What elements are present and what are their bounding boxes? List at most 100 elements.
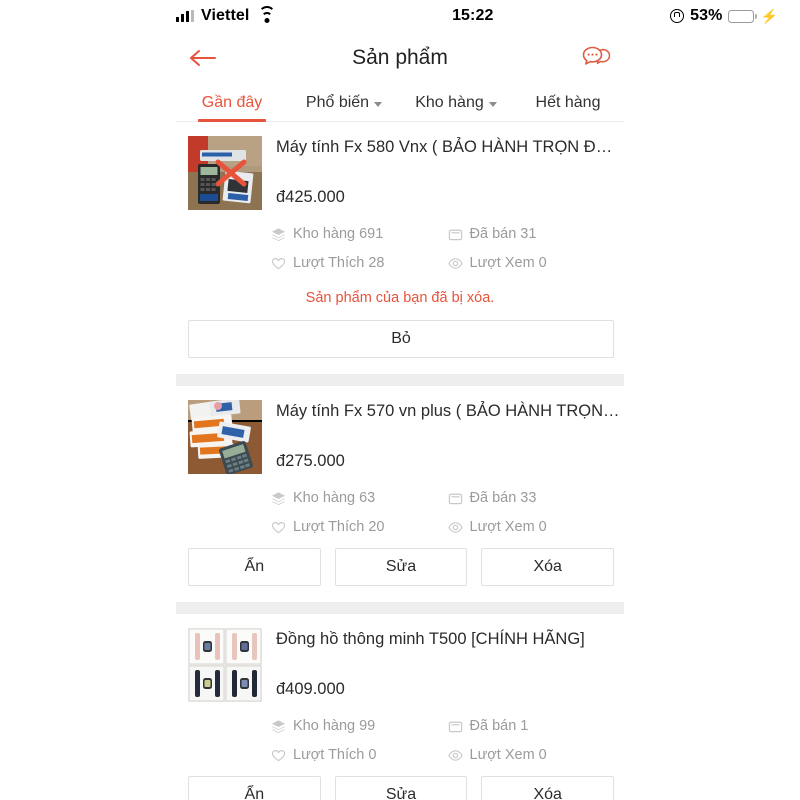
deleted-notice: Sản phẩm của bạn đã bị xóa. [305, 290, 495, 306]
heart-icon [271, 521, 286, 533]
status-bar-right: 53% ⚡ [670, 7, 778, 25]
card-separator [176, 602, 624, 614]
product-card[interactable]: Máy tính Fx 570 vn plus ( BẢO HÀNH TRỌN … [0, 386, 800, 602]
stock-layers-icon [271, 719, 286, 733]
chevron-down-icon [374, 101, 383, 107]
sold-box-icon [448, 493, 462, 504]
stat-likes: Lượt Thích 0 [271, 747, 448, 776]
chevron-down-icon [488, 101, 497, 107]
product-summary[interactable]: Đồng hồ thông minh T500 [CHÍNH HÃNG] đ40… [0, 614, 800, 702]
stat-sold: Đã bán 31 [448, 226, 625, 255]
stock-layers-icon [271, 227, 286, 241]
stat-label: Lượt Thích 0 [293, 747, 377, 763]
tab-pho-bien[interactable]: Phổ biến [288, 84, 400, 122]
product-card[interactable]: Máy tính Fx 580 Vnx ( BẢO HÀNH TRỌN ĐỜI … [0, 122, 800, 374]
edit-button[interactable]: Sửa [334, 776, 468, 800]
product-title: Đồng hồ thông minh T500 [CHÍNH HÃNG] [276, 630, 585, 648]
product-details: Máy tính Fx 580 Vnx ( BẢO HÀNH TRỌN ĐỜI … [262, 136, 624, 210]
charging-bolt-icon: ⚡ [760, 8, 778, 24]
stat-label: Kho hàng 63 [293, 490, 376, 506]
stat-label: Đã bán 1 [469, 718, 529, 734]
stat-stock: Kho hàng 691 [271, 226, 448, 255]
tab-het-hang[interactable]: Hết hàng [512, 84, 624, 122]
battery-icon [728, 9, 757, 23]
product-title: Máy tính Fx 570 vn plus ( BẢO HÀNH TRỌN … [276, 402, 624, 420]
edit-button[interactable]: Sửa [334, 548, 468, 586]
sold-box-icon [448, 229, 462, 240]
stat-stock: Kho hàng 99 [271, 718, 448, 747]
stat-sold: Đã bán 33 [448, 490, 625, 519]
product-details: Máy tính Fx 570 vn plus ( BẢO HÀNH TRỌN … [262, 400, 624, 474]
status-bar-left: Viettel [176, 5, 276, 25]
eye-icon [447, 749, 463, 761]
stat-label: Lượt Thích 28 [293, 255, 385, 271]
stat-label: Lượt Xem 0 [469, 255, 547, 271]
tab-label: Gần đây [201, 94, 263, 111]
rotation-lock-icon [670, 9, 685, 23]
product-actions[interactable]: Ẩn Sửa Xóa [0, 776, 800, 800]
hide-button[interactable]: Ẩn [188, 548, 321, 586]
tab-bar[interactable]: Gần đây Phổ biến Kho hàng Hết hàng [0, 84, 800, 122]
calculator-boxes-photo-deleted [188, 136, 262, 210]
chat-button[interactable] [578, 39, 616, 77]
product-price: đ425.000 [276, 188, 345, 207]
product-price: đ275.000 [276, 452, 345, 471]
stat-likes: Lượt Thích 20 [271, 519, 448, 548]
product-actions[interactable]: Bỏ [0, 320, 800, 374]
heart-icon [271, 749, 286, 761]
tab-label: Kho hàng [415, 94, 484, 111]
product-title: Máy tính Fx 580 Vnx ( BẢO HÀNH TRỌN ĐỜI … [276, 138, 624, 156]
tab-label: Hết hàng [535, 94, 601, 111]
eye-icon [447, 257, 463, 269]
stock-layers-icon [271, 491, 286, 505]
stat-label: Đã bán 31 [469, 226, 537, 242]
sold-box-icon [448, 721, 462, 732]
delete-button[interactable]: Xóa [481, 548, 615, 586]
stat-label: Lượt Xem 0 [469, 747, 547, 763]
stat-label: Đã bán 33 [469, 490, 537, 506]
battery-percent-label: 53% [690, 7, 723, 24]
stat-views: Lượt Xem 0 [447, 519, 625, 548]
delete-button[interactable]: Xóa [481, 776, 615, 800]
product-price: đ409.000 [276, 680, 345, 699]
eye-icon [447, 521, 463, 533]
status-bar-clock: 15:22 [452, 7, 494, 24]
dismiss-button[interactable]: Bỏ [188, 320, 614, 358]
tab-gan-day[interactable]: Gần đây [176, 84, 288, 122]
product-thumbnail[interactable] [188, 136, 262, 210]
stat-likes: Lượt Thích 28 [271, 255, 448, 284]
product-summary[interactable]: Máy tính Fx 570 vn plus ( BẢO HÀNH TRỌN … [0, 386, 800, 474]
product-summary[interactable]: Máy tính Fx 580 Vnx ( BẢO HÀNH TRỌN ĐỜI … [0, 122, 800, 210]
carrier-label: Viettel [201, 7, 250, 24]
stat-label: Lượt Xem 0 [469, 519, 547, 535]
product-thumbnail[interactable] [188, 400, 262, 474]
heart-icon [271, 257, 286, 269]
stat-sold: Đã bán 1 [448, 718, 625, 747]
calculator-stack-photo [188, 400, 262, 474]
stat-views: Lượt Xem 0 [447, 747, 625, 776]
cellular-signal-icon [176, 10, 194, 22]
product-details: Đồng hồ thông minh T500 [CHÍNH HÃNG] đ40… [262, 628, 624, 702]
tab-kho-hang[interactable]: Kho hàng [400, 84, 512, 122]
app-screen: Viettel 15:22 53% ⚡ Sản phẩm Gần đây Phổ… [0, 0, 800, 800]
wifi-icon [258, 5, 276, 23]
product-stats: Kho hàng 63 Đã bán 33 Lượt Thích 20 Lượt… [0, 474, 800, 548]
product-card[interactable]: Đồng hồ thông minh T500 [CHÍNH HÃNG] đ40… [0, 614, 800, 800]
chat-bubble-icon [582, 46, 611, 65]
stat-label: Lượt Thích 20 [293, 519, 385, 535]
page-title: Sản phẩm [352, 46, 448, 69]
status-bar: Viettel 15:22 53% ⚡ [0, 0, 800, 32]
back-button[interactable] [184, 39, 222, 77]
hide-button[interactable]: Ẩn [188, 776, 321, 800]
navigation-bar: Sản phẩm [0, 32, 800, 84]
product-list[interactable]: Máy tính Fx 580 Vnx ( BẢO HÀNH TRỌN ĐỜI … [0, 122, 800, 800]
product-stats: Kho hàng 691 Đã bán 31 Lượt Thích 28 Lượ… [0, 210, 800, 284]
stat-views: Lượt Xem 0 [447, 255, 625, 284]
tab-label: Phổ biến [305, 94, 370, 111]
card-separator [176, 374, 624, 386]
stat-label: Kho hàng 691 [293, 226, 384, 242]
product-actions[interactable]: Ẩn Sửa Xóa [0, 548, 800, 602]
stat-stock: Kho hàng 63 [271, 490, 448, 519]
product-stats: Kho hàng 99 Đã bán 1 Lượt Thích 0 Lượt X… [0, 702, 800, 776]
product-thumbnail[interactable] [188, 628, 262, 702]
